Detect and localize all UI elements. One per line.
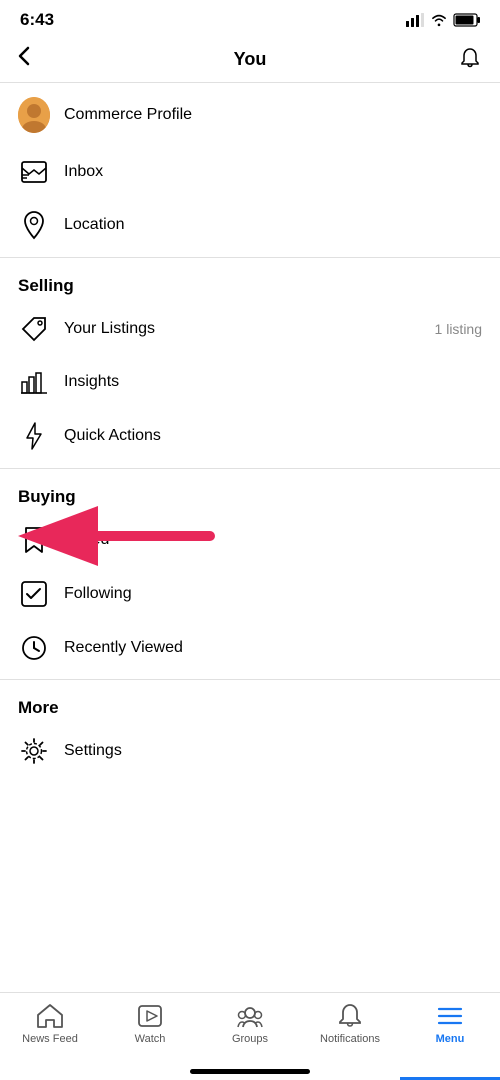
following-icon (18, 581, 50, 607)
inbox-icon (18, 161, 50, 183)
quick-actions-label: Quick Actions (64, 427, 482, 445)
menu-item-settings[interactable]: Settings (0, 724, 500, 778)
back-button[interactable] (18, 46, 54, 72)
bell-nav-icon (337, 1003, 363, 1029)
notification-bell-button[interactable] (446, 47, 482, 71)
location-icon (18, 211, 50, 239)
menu-item-commerce-profile[interactable]: Commerce Profile (0, 83, 500, 147)
status-bar: 6:43 (0, 0, 500, 36)
inbox-label: Inbox (64, 163, 482, 181)
nav-item-news-feed[interactable]: News Feed (0, 1001, 100, 1045)
more-title: More (18, 698, 59, 717)
menu-item-following[interactable]: Following (0, 567, 500, 621)
your-listings-badge: 1 listing (435, 321, 482, 337)
wifi-icon (430, 13, 448, 27)
status-icons (406, 13, 480, 27)
buying-section-header: Buying (0, 473, 500, 513)
location-label: Location (64, 216, 482, 234)
menu-item-location[interactable]: Location (0, 197, 500, 253)
saved-arrow-annotation (90, 521, 220, 551)
gear-icon (18, 738, 50, 764)
insights-label: Insights (64, 373, 482, 391)
more-menu-list: Settings (0, 724, 500, 778)
commerce-profile-label: Commerce Profile (64, 106, 482, 124)
menu-item-insights[interactable]: Insights (0, 356, 500, 408)
selling-menu-list: Your Listings 1 listing Insights (0, 302, 500, 464)
nav-item-groups[interactable]: Groups (200, 1001, 300, 1045)
buying-menu-list: Saved Following (0, 513, 500, 675)
chart-icon (18, 370, 50, 394)
signal-icon (406, 13, 424, 27)
nav-item-watch[interactable]: Watch (100, 1001, 200, 1045)
selling-title: Selling (18, 276, 74, 295)
nav-item-notifications[interactable]: Notifications (300, 1001, 400, 1045)
menu-item-recently-viewed[interactable]: Recently Viewed (0, 621, 500, 675)
nav-label-news-feed: News Feed (22, 1033, 78, 1045)
divider-1 (0, 257, 500, 258)
nav-label-watch: Watch (135, 1033, 166, 1045)
more-section-header: More (0, 684, 500, 724)
bottom-nav: News Feed Watch Groups (0, 992, 500, 1080)
recently-viewed-label: Recently Viewed (64, 639, 482, 657)
divider-2 (0, 468, 500, 469)
header: You (0, 36, 500, 83)
buying-title: Buying (18, 487, 76, 506)
bookmark-icon (18, 527, 50, 553)
menu-item-inbox[interactable]: Inbox (0, 147, 500, 197)
your-listings-label: Your Listings (64, 320, 435, 338)
tag-icon (18, 316, 50, 342)
menu-item-saved[interactable]: Saved (0, 513, 500, 567)
menu-item-your-listings[interactable]: Your Listings 1 listing (0, 302, 500, 356)
menu-item-quick-actions[interactable]: Quick Actions (0, 408, 500, 464)
divider-3 (0, 679, 500, 680)
selling-section-header: Selling (0, 262, 500, 302)
status-time: 6:43 (20, 10, 54, 30)
nav-label-menu: Menu (436, 1033, 465, 1045)
home-indicator (190, 1069, 310, 1074)
home-icon (37, 1003, 63, 1029)
avatar-icon (18, 97, 50, 133)
following-label: Following (64, 585, 482, 603)
bolt-icon (18, 422, 50, 450)
clock-icon (18, 635, 50, 661)
nav-item-menu[interactable]: Menu (400, 1001, 500, 1045)
watch-icon (137, 1003, 163, 1029)
page-title: You (234, 49, 267, 70)
nav-label-groups: Groups (232, 1033, 268, 1045)
menu-content: Commerce Profile Inbox Loc (0, 83, 500, 778)
settings-label: Settings (64, 742, 482, 760)
nav-label-notifications: Notifications (320, 1033, 380, 1045)
menu-icon (437, 1003, 463, 1029)
top-menu-list: Commerce Profile Inbox Loc (0, 83, 500, 253)
groups-icon (237, 1003, 263, 1029)
battery-icon (454, 13, 480, 27)
